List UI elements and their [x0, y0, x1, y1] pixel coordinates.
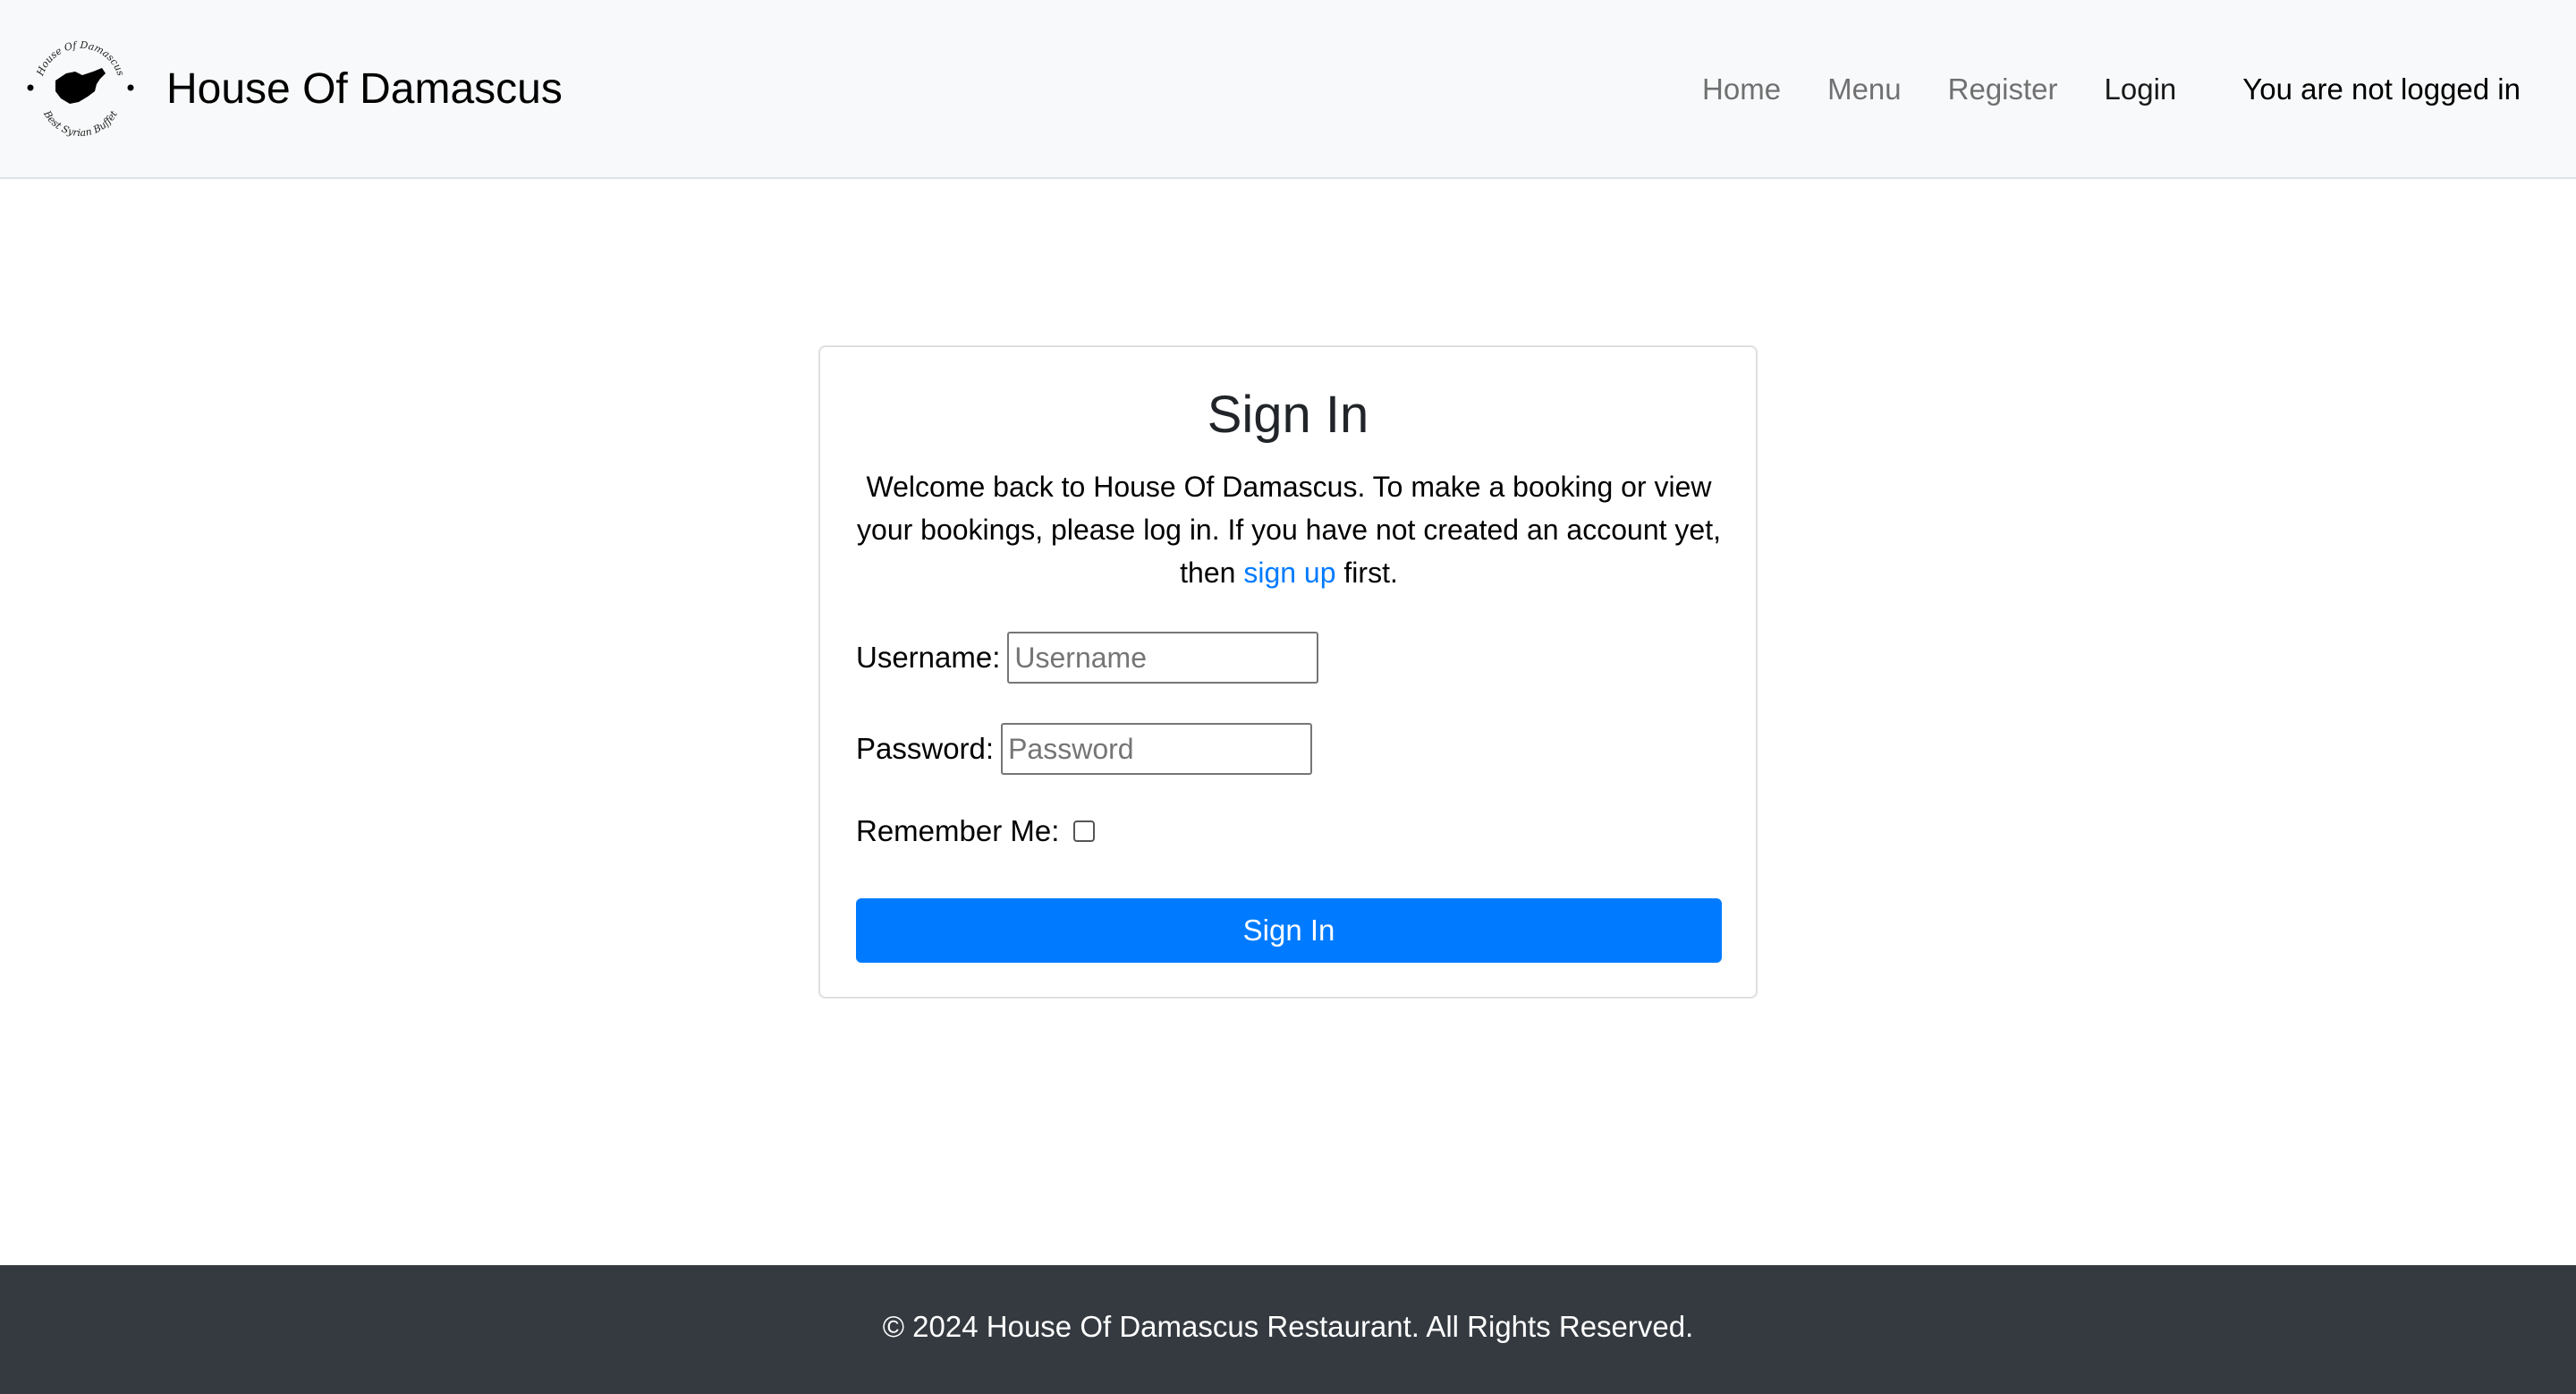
login-status-text: You are not logged in — [2242, 72, 2521, 106]
signin-card: Sign In Welcome back to House Of Damascu… — [818, 345, 1758, 999]
brand-title[interactable]: House Of Damascus — [166, 63, 563, 116]
svg-text:Best Syrian Buffet: Best Syrian Buffet — [41, 108, 121, 140]
nav-login[interactable]: Login — [2105, 68, 2177, 111]
signin-intro: Welcome back to House Of Damascus. To ma… — [856, 465, 1722, 594]
username-row: Username: — [856, 632, 1319, 684]
nav-menu[interactable]: Menu — [1827, 68, 1902, 111]
signin-title: Sign In — [1207, 386, 1369, 444]
username-label: Username: — [856, 641, 1001, 674]
footer-copyright: © 2024 House Of Damascus Restaurant. All… — [882, 1310, 1694, 1343]
password-label: Password: — [856, 732, 995, 765]
nav-home[interactable]: Home — [1702, 68, 1781, 111]
username-input[interactable] — [1007, 632, 1319, 684]
footer: © 2024 House Of Damascus Restaurant. All… — [0, 1265, 2576, 1394]
main-nav: Home Menu Register Login You are not log… — [1656, 68, 2521, 111]
svg-text:House Of Damascus: House Of Damascus — [34, 39, 127, 79]
intro-text-end: first. — [1343, 557, 1398, 589]
nav-register[interactable]: Register — [1948, 68, 2058, 111]
navbar: House Of Damascus Best Syrian Buffet Hou… — [0, 0, 2576, 179]
remember-row: Remember Me: — [856, 814, 1096, 848]
restaurant-logo[interactable]: House Of Damascus Best Syrian Buffet — [25, 32, 136, 143]
remember-checkbox[interactable] — [1073, 820, 1096, 842]
signin-button[interactable]: Sign In — [856, 898, 1722, 963]
signup-link[interactable]: sign up — [1243, 557, 1335, 589]
password-input[interactable] — [1001, 723, 1313, 775]
password-row: Password: — [856, 723, 1313, 775]
remember-label: Remember Me: — [856, 814, 1060, 847]
